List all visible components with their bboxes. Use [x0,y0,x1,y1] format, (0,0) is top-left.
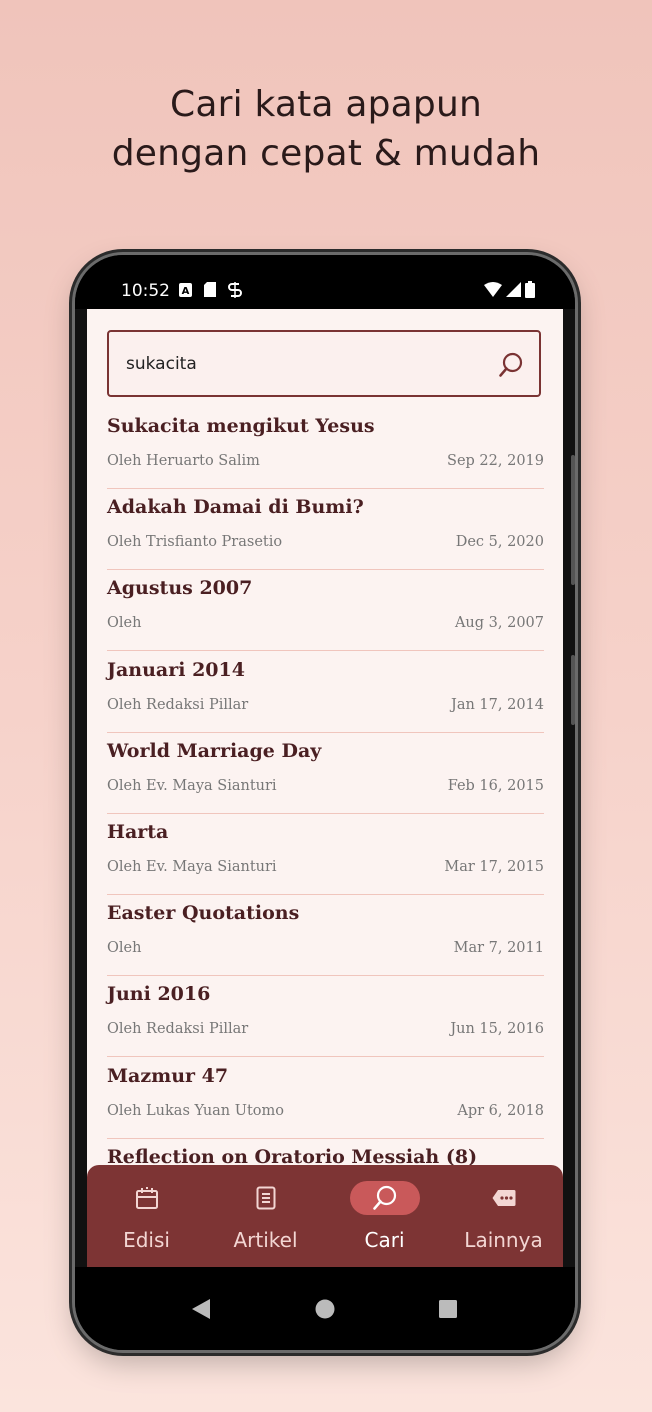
result-title: World Marriage Day [107,739,322,762]
battery-icon [525,281,535,302]
list-item[interactable]: Januari 2014 Oleh Redaksi Pillar Jan 17, 2… [107,653,544,733]
cellular-icon [506,282,521,301]
status-time: 10:52 [121,281,170,301]
result-date: Jun 15, 2016 [450,1021,544,1038]
search-icon [349,1181,420,1215]
result-title: Mazmur 47 [107,1064,229,1087]
result-date: Apr 6, 2018 [457,1102,544,1119]
nav-label: Lainnya [464,1228,543,1252]
result-title: Sukacita mengikut Yesus [107,415,375,437]
list-item[interactable]: World Marriage Day Oleh Ev. Maya Sianturi… [107,734,544,814]
phone-frame: 10:52 A sukacita Sukacita mengikut Yesus… [75,255,575,1350]
result-date: Aug 3, 2007 [454,615,544,632]
status-bar: 10:52 A [75,255,575,309]
list-item[interactable]: Sukacita mengikut Yesus Oleh Heruarto Sal… [107,409,544,489]
result-date: Mar 7, 2011 [453,940,544,957]
list-item[interactable]: Juni 2016 Oleh Redaksi Pillar Jun 15, 2016 [107,977,544,1058]
result-author: Oleh [107,940,142,957]
search-results-list: Sukacita mengikut Yesus Oleh Heruarto Sal… [107,409,544,1221]
result-title: Agustus 2007 [107,577,253,600]
result-author: Oleh Ev. Maya Sianturi [107,858,277,875]
nav-item-lainnya[interactable]: Lainnya [444,1165,563,1267]
result-author: Oleh Lukas Yuan Utomo [107,1102,285,1119]
result-date: Sep 22, 2019 [447,453,544,469]
back-icon[interactable] [192,1299,210,1324]
list-item[interactable]: Harta Oleh Ev. Maya Sianturi Mar 17, 2015 [107,815,544,895]
result-date: Feb 16, 2015 [447,777,544,794]
result-date: Mar 17, 2015 [444,858,544,875]
list-item[interactable]: Easter Quotations Oleh Mar 7, 2011 [107,896,544,977]
calendar-icon [112,1181,182,1215]
result-date: Jan 17, 2014 [451,696,544,713]
result-author: Oleh Trisfianto Prasetio [107,534,283,551]
result-author: Oleh Ev. Maya Sianturi [107,777,277,794]
search-value[interactable]: sukacita [126,354,197,374]
result-title: Januari 2014 [107,658,245,681]
nav-label: Artikel [233,1228,298,1252]
result-date: Dec 5, 2020 [455,534,544,551]
nav-item-artikel[interactable]: Artikel [206,1165,325,1267]
article-icon [231,1181,301,1215]
result-title: Easter Quotations [107,902,300,925]
more-icon [469,1181,539,1215]
power-button [571,655,575,725]
result-author: Oleh [107,615,142,632]
search-icon[interactable] [499,352,523,383]
home-icon[interactable] [315,1299,335,1324]
nav-label: Cari [364,1228,405,1252]
wifi-icon [484,282,502,301]
app-screen: sukacita Sukacita mengikut Yesus Oleh Her… [87,309,563,1267]
result-title: Juni 2016 [107,983,211,1006]
recents-icon[interactable] [439,1300,457,1323]
headline-line-1: Cari kata apapun [170,84,482,125]
nav-item-cari[interactable]: Cari [325,1165,444,1267]
headline: Cari kata apapun dengan cepat & mudah [0,80,652,178]
result-author: Oleh Heruarto Salim [107,453,260,469]
svg-text:A: A [182,286,190,297]
result-title: Harta [107,820,169,843]
nav-label: Edisi [123,1228,170,1252]
search-input[interactable]: sukacita [107,330,541,397]
system-navigation-bar [75,1267,575,1350]
list-item[interactable]: Agustus 2007 Oleh Aug 3, 2007 [107,571,544,652]
list-item[interactable]: Adakah Damai di Bumi? Oleh Trisfianto Pra… [107,490,544,571]
volume-button [571,455,575,585]
result-author: Oleh Redaksi Pillar [107,1021,249,1038]
sd-card-icon [204,282,216,302]
bottom-navigation: Edisi Artikel Cari Lainnya [87,1165,563,1267]
nav-item-edisi[interactable]: Edisi [87,1165,206,1267]
result-title: Adakah Damai di Bumi? [107,496,364,519]
result-author: Oleh Redaksi Pillar [107,696,249,713]
headline-line-2: dengan cepat & mudah [111,133,541,174]
sync-icon [228,282,242,302]
a-badge-icon: A [179,282,192,302]
list-item[interactable]: Mazmur 47 Oleh Lukas Yuan Utomo Apr 6, 201… [107,1059,544,1139]
